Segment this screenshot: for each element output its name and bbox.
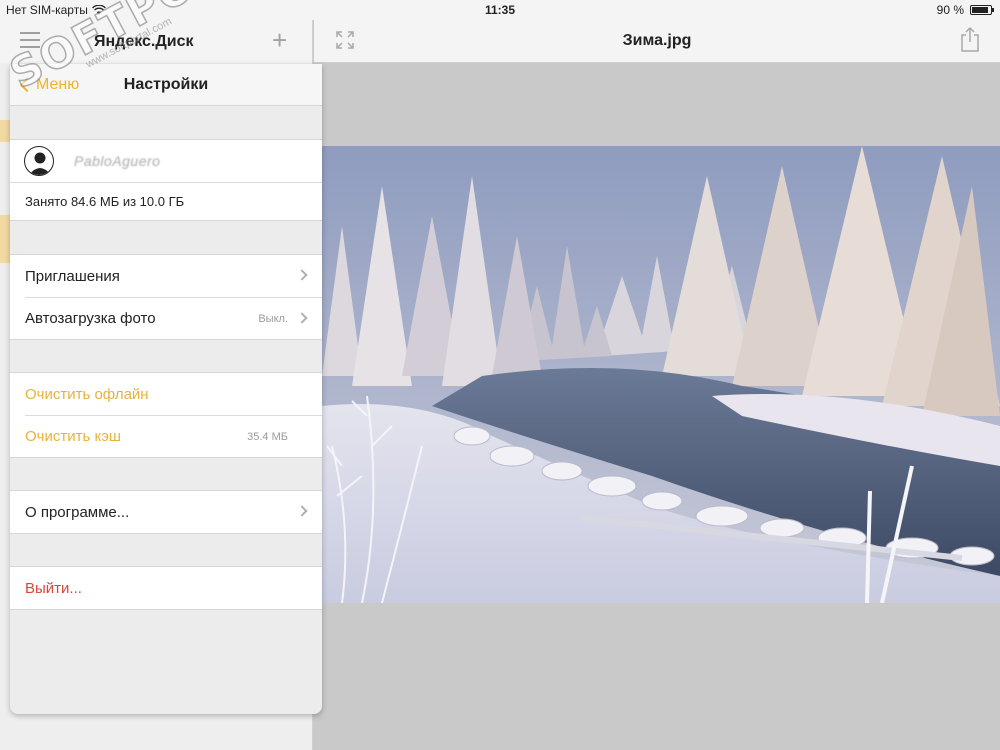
winter-photo[interactable] [322,146,1000,603]
clear-cache-label: Очистить кэш [25,428,121,445]
status-right: 90 % [936,3,994,17]
about-group: О программе... [10,490,322,534]
invites-label: Приглашения [25,267,120,285]
status-time: 11:35 [484,3,516,17]
clear-group: Очистить офлайн Очистить кэш 35.4 МБ [10,372,322,458]
settings-header: Меню Настройки [10,64,322,106]
about-label: О программе... [25,503,130,521]
left-nav-title: Яндекс.Диск [94,33,194,50]
photo-upload-value: Выкл. [258,312,288,325]
logout-group: Выйти... [10,566,322,610]
share-icon[interactable] [960,26,980,52]
username: PabloAguero [74,153,161,169]
viewer-navbar: Зима.jpg [314,20,1000,63]
account-group: PabloAguero Занято 84.6 МБ из 10.0 ГБ [10,139,322,221]
chevron-right-icon [296,312,308,324]
chevron-right-icon [296,269,308,281]
about-item[interactable]: О программе... [10,491,322,533]
add-button[interactable]: + [272,27,287,53]
status-bar: Нет SIM-карты 11:35 90 % [0,0,1000,20]
clear-cache-value: 35.4 МБ [247,430,288,443]
menu-icon[interactable] [20,32,40,48]
battery-percent: 90 % [936,3,964,17]
logout-label: Выйти... [25,579,82,597]
clear-offline-item[interactable]: Очистить офлайн [10,373,322,415]
storage-info: Занято 84.6 МБ из 10.0 ГБ [10,182,322,220]
invites-item[interactable]: Приглашения [10,255,322,297]
settings-panel: Меню Настройки PabloAguero Занято 84.6 М… [10,64,322,714]
photo-upload-item[interactable]: Автозагрузка фото Выкл. [25,297,322,339]
avatar-icon [24,146,54,176]
photo-upload-label: Автозагрузка фото [25,310,156,327]
file-title: Зима.jpg [622,32,692,49]
user-row[interactable]: PabloAguero [10,140,322,182]
settings-title: Настройки [123,76,209,93]
clear-cache-item[interactable]: Очистить кэш 35.4 МБ [25,415,322,457]
winter-landscape-image [322,146,1000,603]
logout-item[interactable]: Выйти... [10,567,322,609]
clear-offline-label: Очистить офлайн [25,385,149,403]
options-group: Приглашения Автозагрузка фото Выкл. [10,254,322,340]
chevron-right-icon [296,505,308,517]
battery-icon [970,5,994,15]
